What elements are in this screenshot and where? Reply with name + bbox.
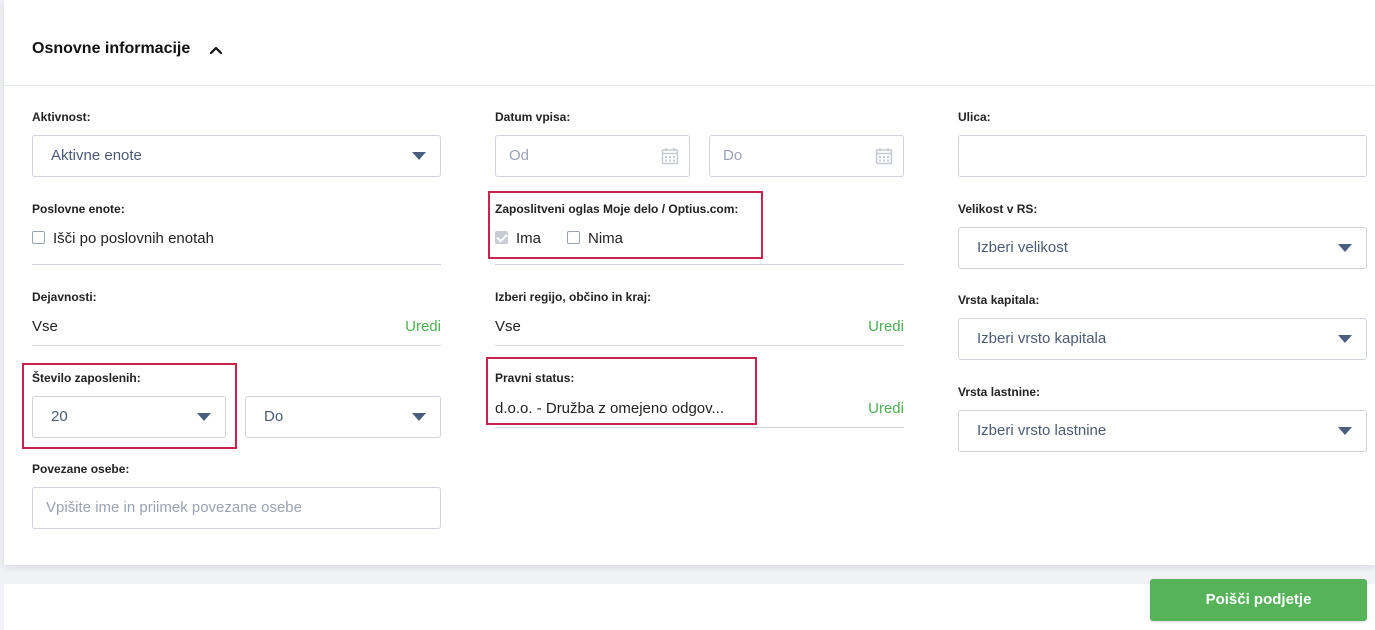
chevron-up-icon[interactable] (208, 42, 224, 58)
poslovne-enote-checkbox[interactable]: Išči po poslovnih enotah (32, 230, 214, 247)
zaposlitveni-oglas-ima-checkbox[interactable]: Ima (495, 230, 541, 247)
datum-vpisa-to-placeholder: Do (723, 147, 743, 164)
stevilo-zaposlenih-to-select[interactable]: Do (245, 396, 441, 438)
section-title: Osnovne informacije (32, 40, 191, 57)
search-company-button[interactable]: Poišči podjetje (1150, 579, 1367, 621)
datum-vpisa-to-input[interactable]: Do (709, 135, 904, 177)
regija-edit-link[interactable]: Uredi (868, 318, 904, 335)
vrsta-lastnine-select[interactable]: Izberi vrsto lastnine (958, 410, 1367, 452)
dejavnosti-label: Dejavnosti: (32, 290, 97, 304)
vrsta-kapitala-select[interactable]: Izberi vrsto kapitala (958, 318, 1367, 360)
aktivnost-select[interactable]: Aktivne enote (32, 135, 441, 177)
section-header[interactable]: Osnovne informacije (4, 0, 1375, 86)
stevilo-zaposlenih-to-value: Do (264, 408, 284, 425)
divider (495, 264, 904, 265)
checkbox-icon[interactable] (567, 231, 580, 244)
pravni-status-label: Pravni status: (495, 371, 575, 385)
pravni-status-value: d.o.o. - Družba z omejeno odgov... (495, 400, 725, 417)
caret-down-icon (197, 413, 211, 421)
ulica-label: Ulica: (958, 110, 991, 124)
datum-vpisa-from-input[interactable]: Od (495, 135, 690, 177)
dejavnosti-edit-link[interactable]: Uredi (405, 318, 441, 335)
zaposlitveni-oglas-nima-checkbox[interactable]: Nima (567, 230, 623, 247)
vrsta-kapitala-label: Vrsta kapitala: (958, 293, 1040, 307)
stevilo-zaposlenih-from-value: 20 (51, 408, 68, 425)
zaposlitveni-oglas-nima-label: Nima (588, 230, 624, 247)
aktivnost-value: Aktivne enote (51, 147, 142, 164)
regija-row: Vse Uredi (495, 304, 904, 346)
aktivnost-label: Aktivnost: (32, 110, 91, 124)
zaposlitveni-oglas-label: Zaposlitveni oglas Moje delo / Optius.co… (495, 202, 739, 216)
velikost-select[interactable]: Izberi velikost (958, 227, 1367, 269)
dejavnosti-value: Vse (32, 318, 58, 335)
caret-down-icon (1338, 335, 1352, 343)
poslovne-enote-label: Poslovne enote: (32, 202, 125, 216)
pravni-status-edit-link[interactable]: Uredi (868, 400, 904, 417)
caret-down-icon (1338, 244, 1352, 252)
checkbox-icon[interactable] (32, 231, 45, 244)
stevilo-zaposlenih-from-select[interactable]: 20 (32, 396, 226, 438)
caret-down-icon (412, 413, 426, 421)
datum-vpisa-from-placeholder: Od (509, 147, 530, 164)
search-filter-card: Osnovne informacije Aktivnost: Aktivne e… (4, 0, 1375, 565)
stevilo-zaposlenih-label: Število zaposlenih: (32, 371, 141, 385)
vrsta-lastnine-label: Vrsta lastnine: (958, 385, 1041, 399)
checkbox-checked-icon[interactable] (495, 231, 508, 244)
calendar-icon[interactable] (875, 147, 893, 165)
povezane-osebe-label: Povezane osebe: (32, 462, 130, 476)
caret-down-icon (412, 152, 426, 160)
vrsta-lastnine-value: Izberi vrsto lastnine (977, 422, 1107, 439)
vrsta-kapitala-value: Izberi vrsto kapitala (977, 330, 1107, 347)
calendar-icon[interactable] (661, 147, 679, 165)
datum-vpisa-label: Datum vpisa: (495, 110, 571, 124)
regija-label: Izberi regijo, občino in kraj: (495, 290, 652, 304)
regija-value: Vse (495, 318, 521, 335)
zaposlitveni-oglas-ima-label: Ima (516, 230, 542, 247)
caret-down-icon (1338, 427, 1352, 435)
povezane-osebe-input[interactable]: Vpišite ime in priimek povezane osebe (32, 487, 441, 529)
poslovne-enote-checkbox-label: Išči po poslovnih enotah (53, 230, 214, 247)
velikost-value: Izberi velikost (977, 239, 1068, 256)
divider (32, 264, 441, 265)
velikost-label: Velikost v RS: (958, 202, 1038, 216)
pravni-status-row: d.o.o. - Družba z omejeno odgov... Uredi (495, 386, 904, 428)
dejavnosti-row: Vse Uredi (32, 304, 441, 346)
ulica-input[interactable] (958, 135, 1367, 177)
